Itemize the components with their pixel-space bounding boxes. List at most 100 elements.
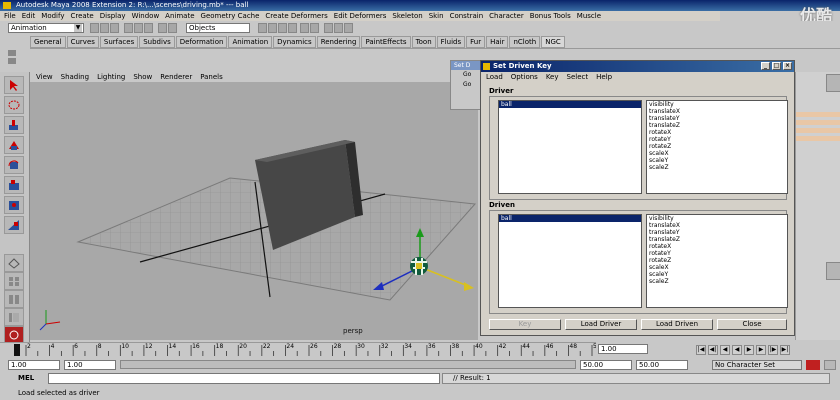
step-forward-key-icon[interactable]: |▶ <box>768 345 778 355</box>
layout-persp-outliner[interactable] <box>4 308 24 326</box>
shelf-tab-dynamics[interactable]: Dynamics <box>273 36 316 48</box>
menu-edit-deformers[interactable]: Edit Deformers <box>334 11 387 21</box>
driver-attribute-list[interactable]: visibility translateX translateY transla… <box>646 100 788 194</box>
shelf-tab-painteffects[interactable]: PaintEffects <box>361 36 411 48</box>
scale-tool[interactable] <box>4 176 24 194</box>
layout-four-pane[interactable] <box>4 272 24 290</box>
mask-icon[interactable] <box>158 23 167 33</box>
driver-object-item[interactable]: ball <box>499 101 641 108</box>
shelf-tab-toon[interactable]: Toon <box>411 36 436 48</box>
driven-attr[interactable]: translateZ <box>647 236 787 243</box>
current-time-field[interactable]: 1.00 <box>598 344 648 354</box>
menu-character[interactable]: Character <box>489 11 524 21</box>
shelf-tab-rendering[interactable]: Rendering <box>316 36 361 48</box>
end-time-field[interactable]: 50.00 <box>636 360 688 370</box>
menu-geometry-cache[interactable]: Geometry Cache <box>201 11 260 21</box>
close-button[interactable]: Close <box>717 319 787 330</box>
last-tool[interactable] <box>4 216 24 234</box>
viewport-menu-renderer[interactable]: Renderer <box>160 72 192 82</box>
load-driver-button[interactable]: Load Driver <box>565 319 637 330</box>
viewport-menu-show[interactable]: Show <box>133 72 152 82</box>
viewport-menu-view[interactable]: View <box>36 72 53 82</box>
shelf-tab-hair[interactable]: Hair <box>486 36 509 48</box>
shelf-tab-animation[interactable]: Animation <box>228 36 273 48</box>
start-time-field[interactable]: 1.00 <box>8 360 60 370</box>
end-range-field[interactable]: 50.00 <box>580 360 632 370</box>
driven-attr[interactable]: visibility <box>647 215 787 222</box>
driven-object-item[interactable]: ball <box>499 215 641 222</box>
perspective-viewport[interactable]: persp <box>30 82 478 340</box>
driver-attr[interactable]: translateY <box>647 115 787 122</box>
driven-attr[interactable]: rotateY <box>647 250 787 257</box>
driven-object-list[interactable]: ball <box>498 214 642 308</box>
rotate-tool[interactable] <box>4 156 24 174</box>
select-hierarchy-icon[interactable] <box>124 23 133 33</box>
character-set-field[interactable]: No Character Set <box>712 360 802 370</box>
driver-attr[interactable]: rotateY <box>647 136 787 143</box>
play-forward-icon[interactable]: ▶ <box>744 345 754 355</box>
driver-attr[interactable]: scaleZ <box>647 164 787 171</box>
driver-attr[interactable]: rotateX <box>647 129 787 136</box>
shelf-tab-deformation[interactable]: Deformation <box>175 36 228 48</box>
shelf-tab-curves[interactable]: Curves <box>66 36 99 48</box>
menu-skin[interactable]: Skin <box>429 11 444 21</box>
shelf-tab-ngc[interactable]: NGC <box>541 36 565 48</box>
ipr-render-icon[interactable] <box>334 23 343 33</box>
preferences-icon[interactable] <box>824 360 836 370</box>
menu-modify[interactable]: Modify <box>41 11 64 21</box>
shelf-menu-icon[interactable] <box>8 50 16 56</box>
driver-attr[interactable]: translateX <box>647 108 787 115</box>
shelf-tab-fur[interactable]: Fur <box>466 36 486 48</box>
select-component-icon[interactable] <box>144 23 153 33</box>
go-to-end-icon[interactable]: ▶| <box>780 345 790 355</box>
panel-toggle-icon[interactable] <box>826 74 840 92</box>
menu-edit[interactable]: Edit <box>22 11 36 21</box>
mask-icon-2[interactable] <box>168 23 177 33</box>
range-bar[interactable] <box>120 360 576 369</box>
snap-view-icon[interactable] <box>288 23 297 33</box>
paint-select-tool[interactable] <box>4 116 24 134</box>
menu-bonus-tools[interactable]: Bonus Tools <box>530 11 571 21</box>
dialog-menu-select[interactable]: Select <box>567 72 589 83</box>
new-scene-icon[interactable] <box>90 23 99 33</box>
menu-window[interactable]: Window <box>132 11 160 21</box>
driver-attr[interactable]: scaleY <box>647 157 787 164</box>
current-frame-marker[interactable] <box>14 344 20 356</box>
driver-attr[interactable]: rotateZ <box>647 143 787 150</box>
time-slider[interactable]: 2 4 6 8 10 12 14 16 18 20 22 24 26 28 30 32 34 36 38 40 42 44… <box>0 342 601 357</box>
shelf-tabs-icon[interactable] <box>8 58 16 64</box>
go-to-start-icon[interactable]: |◀ <box>696 345 706 355</box>
driver-attr[interactable]: visibility <box>647 101 787 108</box>
maximize-button[interactable]: □ <box>772 62 781 70</box>
driver-object-list[interactable]: ball <box>498 100 642 194</box>
menu-display[interactable]: Display <box>100 11 126 21</box>
menu-constrain[interactable]: Constrain <box>450 11 484 21</box>
menu-file[interactable]: File <box>4 11 16 21</box>
layout-single-pane[interactable] <box>4 254 24 272</box>
driven-attr[interactable]: rotateZ <box>647 257 787 264</box>
render-icon[interactable] <box>324 23 333 33</box>
menu-skeleton[interactable]: Skeleton <box>392 11 422 21</box>
viewport-menu-shading[interactable]: Shading <box>61 72 89 82</box>
dialog-menu-key[interactable]: Key <box>546 72 559 83</box>
shelf-tab-fluids[interactable]: Fluids <box>436 36 466 48</box>
start-range-field[interactable]: 1.00 <box>64 360 116 370</box>
driver-attr[interactable]: scaleX <box>647 150 787 157</box>
driven-attr[interactable]: translateX <box>647 222 787 229</box>
command-language-label[interactable]: MEL <box>18 374 34 382</box>
manipulator-tool[interactable] <box>4 196 24 214</box>
dialog-menu-load[interactable]: Load <box>486 72 503 83</box>
step-forward-icon[interactable]: ▶ <box>756 345 766 355</box>
snap-grid-icon[interactable] <box>258 23 267 33</box>
driven-attribute-list[interactable]: visibility translateX translateY transla… <box>646 214 788 308</box>
driven-attr[interactable]: scaleZ <box>647 278 787 285</box>
dialog-menu-options[interactable]: Options <box>511 72 538 83</box>
snap-curve-icon[interactable] <box>268 23 277 33</box>
save-scene-icon[interactable] <box>110 23 119 33</box>
select-tool[interactable] <box>4 76 24 94</box>
command-input[interactable] <box>48 373 440 384</box>
lasso-tool[interactable] <box>4 96 24 114</box>
input-output-icon[interactable] <box>310 23 319 33</box>
open-scene-icon[interactable] <box>100 23 109 33</box>
history-icon[interactable] <box>300 23 309 33</box>
